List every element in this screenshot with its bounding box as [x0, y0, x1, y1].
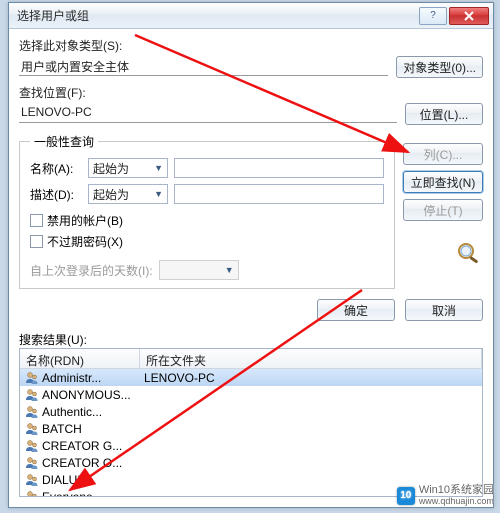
- name-input[interactable]: [174, 158, 384, 178]
- desc-combo-value: 起始为: [93, 186, 129, 203]
- user-group-icon: [24, 405, 40, 419]
- days-combo: ▼: [159, 260, 239, 280]
- user-group-icon: [24, 439, 40, 453]
- results-body[interactable]: Administr...LENOVO-PCANONYMOUS...Authent…: [20, 369, 482, 496]
- name-combo-value: 起始为: [93, 160, 129, 177]
- general-query-legend: 一般性查询: [30, 133, 98, 150]
- desc-label: 描述(D):: [30, 186, 82, 203]
- row-name: Authentic...: [42, 405, 140, 419]
- row-name: DIALUP: [42, 473, 140, 487]
- dialog-actions: 确定 取消: [19, 289, 483, 325]
- location-value: LENOVO-PC: [19, 105, 397, 123]
- upper-block: 选择此对象类型(S): 用户或内置安全主体 对象类型(0)... 查找位置(F)…: [19, 37, 483, 289]
- titlebar: 选择用户或组 ?: [9, 3, 493, 29]
- watermark-line1: Win10系统家园: [419, 485, 494, 497]
- window-buttons: ?: [419, 7, 489, 25]
- user-group-icon: [24, 422, 40, 436]
- watermark-badge: 10: [397, 487, 415, 505]
- stop-button: 停止(T): [403, 199, 483, 221]
- window-title: 选择用户或组: [17, 7, 419, 24]
- col-name[interactable]: 名称(RDN): [20, 349, 140, 368]
- row-name: CREATOR O...: [42, 456, 140, 470]
- client-area: 选择此对象类型(S): 用户或内置安全主体 对象类型(0)... 查找位置(F)…: [9, 29, 493, 507]
- table-row[interactable]: ANONYMOUS...: [20, 386, 482, 403]
- name-combo[interactable]: 起始为 ▼: [88, 158, 168, 178]
- col-folder[interactable]: 所在文件夹: [140, 349, 482, 368]
- disabled-accounts-label: 禁用的帐户(B): [47, 212, 123, 229]
- table-row[interactable]: CREATOR O...: [20, 454, 482, 471]
- user-group-icon: [24, 371, 40, 385]
- chevron-down-icon: ▼: [154, 189, 163, 199]
- desc-input[interactable]: [174, 184, 384, 204]
- table-row[interactable]: Authentic...: [20, 403, 482, 420]
- location-label: 查找位置(F):: [19, 84, 483, 101]
- find-now-button[interactable]: 立即查找(N): [403, 171, 483, 193]
- help-button[interactable]: ?: [419, 7, 447, 25]
- user-group-icon: [24, 456, 40, 470]
- days-label: 自上次登录后的天数(I):: [30, 262, 153, 279]
- user-group-icon: [24, 388, 40, 402]
- chevron-down-icon: ▼: [154, 163, 163, 173]
- user-group-icon: [24, 490, 40, 497]
- row-name: Administr...: [42, 371, 140, 385]
- general-query-group: 一般性查询 名称(A): 起始为 ▼ 描述(D): 起始为 ▼: [19, 133, 395, 289]
- row-name: CREATOR G...: [42, 439, 140, 453]
- table-row[interactable]: Administr...LENOVO-PC: [20, 369, 482, 386]
- row-name: ANONYMOUS...: [42, 388, 140, 402]
- watermark: 10 Win10系统家园 www.qdhuajin.com: [397, 485, 494, 506]
- object-type-label: 选择此对象类型(S):: [19, 37, 483, 54]
- dialog-window: 选择用户或组 ? 选择此对象类型(S): 用户或内置安全主体 对象类型(0)..…: [8, 2, 494, 508]
- watermark-line2: www.qdhuajin.com: [419, 497, 494, 506]
- object-type-button[interactable]: 对象类型(0)...: [396, 56, 483, 78]
- results-list: 名称(RDN) 所在文件夹 Administr...LENOVO-PCANONY…: [19, 348, 483, 497]
- ok-button[interactable]: 确定: [317, 299, 395, 321]
- results-label: 搜索结果(U):: [19, 331, 483, 348]
- checkbox-icon: [30, 235, 43, 248]
- location-button[interactable]: 位置(L)...: [405, 103, 483, 125]
- row-name: Everyone: [42, 490, 140, 497]
- name-label: 名称(A):: [30, 160, 82, 177]
- table-row[interactable]: CREATOR G...: [20, 437, 482, 454]
- right-button-column: 列(C)... 立即查找(N) 停止(T): [403, 143, 483, 268]
- nonexpiring-pw-label: 不过期密码(X): [47, 233, 123, 250]
- columns-button: 列(C)...: [403, 143, 483, 165]
- close-button[interactable]: [449, 7, 489, 25]
- row-name: BATCH: [42, 422, 140, 436]
- results-header: 名称(RDN) 所在文件夹: [20, 349, 482, 369]
- desc-combo[interactable]: 起始为 ▼: [88, 184, 168, 204]
- cancel-button[interactable]: 取消: [405, 299, 483, 321]
- row-folder: LENOVO-PC: [140, 371, 478, 385]
- object-type-value: 用户或内置安全主体: [19, 58, 388, 76]
- days-since-login-row: 自上次登录后的天数(I): ▼: [30, 260, 384, 280]
- user-group-icon: [24, 473, 40, 487]
- checkbox-icon: [30, 214, 43, 227]
- table-row[interactable]: BATCH: [20, 420, 482, 437]
- chevron-down-icon: ▼: [225, 265, 234, 275]
- nonexpiring-pw-row[interactable]: 不过期密码(X): [30, 233, 384, 250]
- disabled-accounts-row[interactable]: 禁用的帐户(B): [30, 212, 384, 229]
- search-icon: [455, 241, 483, 268]
